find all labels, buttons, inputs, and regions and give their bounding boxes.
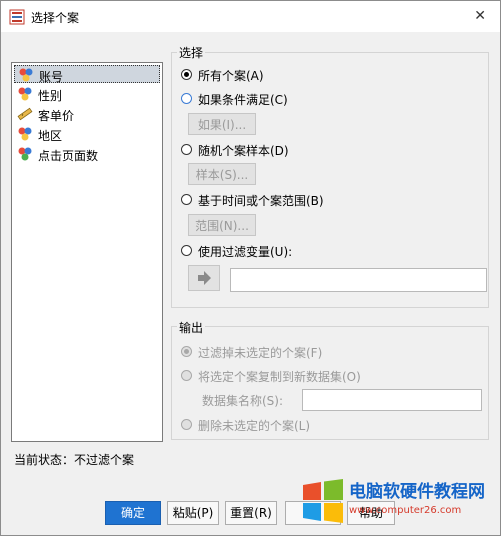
radio-button[interactable] [181, 419, 192, 430]
nominal-variable-icon [19, 68, 33, 82]
radio-button-checked[interactable] [181, 346, 192, 357]
radio-label-copy-to-dataset: 将选定个案复制到新数据集(O) [198, 370, 361, 384]
sample-button[interactable]: 样本(S)... [188, 163, 256, 185]
radio-label-delete-unselected: 删除未选定的个案(L) [198, 419, 311, 433]
close-icon[interactable]: ✕ [474, 8, 486, 24]
move-variable-button[interactable] [188, 265, 220, 291]
variable-list[interactable]: 账号 性别 客单价 地区 点击页面数 [11, 62, 163, 442]
list-item-variable[interactable]: 账号 [14, 65, 160, 84]
select-cases-app-icon [9, 9, 25, 25]
range-button[interactable]: 范围(N)... [188, 214, 256, 236]
radio-button[interactable] [181, 245, 192, 256]
paste-button[interactable]: 粘贴(P) [167, 501, 219, 525]
variable-label: 客单价 [38, 109, 75, 123]
reset-button[interactable]: 重置(R) [225, 501, 277, 525]
watermark-title: 电脑软硬件教程网 [349, 482, 485, 502]
current-status: 当前状态：不过滤个案 [14, 453, 135, 467]
list-item-variable[interactable]: 性别 [14, 85, 160, 103]
window-title: 选择个案 [31, 11, 80, 25]
nominal-variable-icon [18, 127, 32, 141]
select-cases-dialog: 选择个案 ✕ 账号 性别 客单价 地区 点击页面数 选择 所有个案(A) 如果条… [0, 0, 501, 536]
radio-button[interactable] [181, 93, 192, 104]
list-item-variable[interactable]: 点击页面数 [14, 145, 160, 163]
watermark-url: www.computer26.com [349, 505, 462, 516]
radio-label-filter-out: 过滤掉未选定的个案(F) [198, 346, 323, 360]
dataset-name-field[interactable] [302, 389, 482, 411]
radio-label-all-cases: 所有个案(A) [198, 69, 264, 83]
arrow-right-icon [198, 271, 211, 285]
radio-label-filter-variable: 使用过滤变量(U): [198, 245, 293, 259]
radio-button-checked[interactable] [181, 69, 192, 80]
variable-label: 地区 [38, 129, 63, 143]
title-bar: 选择个案 ✕ [1, 1, 500, 32]
ordinal-variable-icon [18, 147, 32, 161]
variable-label: 点击页面数 [38, 149, 99, 163]
radio-label-if-condition: 如果条件满足(C) [198, 93, 288, 107]
scale-variable-icon [17, 107, 33, 121]
select-group-title: 选择 [177, 44, 206, 61]
radio-button[interactable] [181, 370, 192, 381]
list-item-variable[interactable]: 客单价 [14, 105, 160, 123]
output-group-title: 输出 [177, 319, 206, 336]
nominal-variable-icon [18, 87, 32, 101]
watermark: 电脑软硬件教程网 www.computer26.com [297, 471, 497, 529]
radio-button[interactable] [181, 194, 192, 205]
radio-label-time-range: 基于时间或个案范围(B) [198, 194, 324, 208]
variable-label: 账号 [39, 70, 64, 84]
if-button[interactable]: 如果(I)... [188, 113, 256, 135]
dataset-name-label: 数据集名称(S): [202, 394, 284, 408]
list-item-variable[interactable]: 地区 [14, 125, 160, 143]
radio-button[interactable] [181, 144, 192, 155]
variable-label: 性别 [38, 89, 63, 103]
filter-variable-field[interactable] [230, 268, 487, 292]
ok-button[interactable]: 确定 [105, 501, 161, 525]
windows-logo-icon [303, 479, 343, 523]
radio-label-random-sample: 随机个案样本(D) [198, 144, 289, 158]
